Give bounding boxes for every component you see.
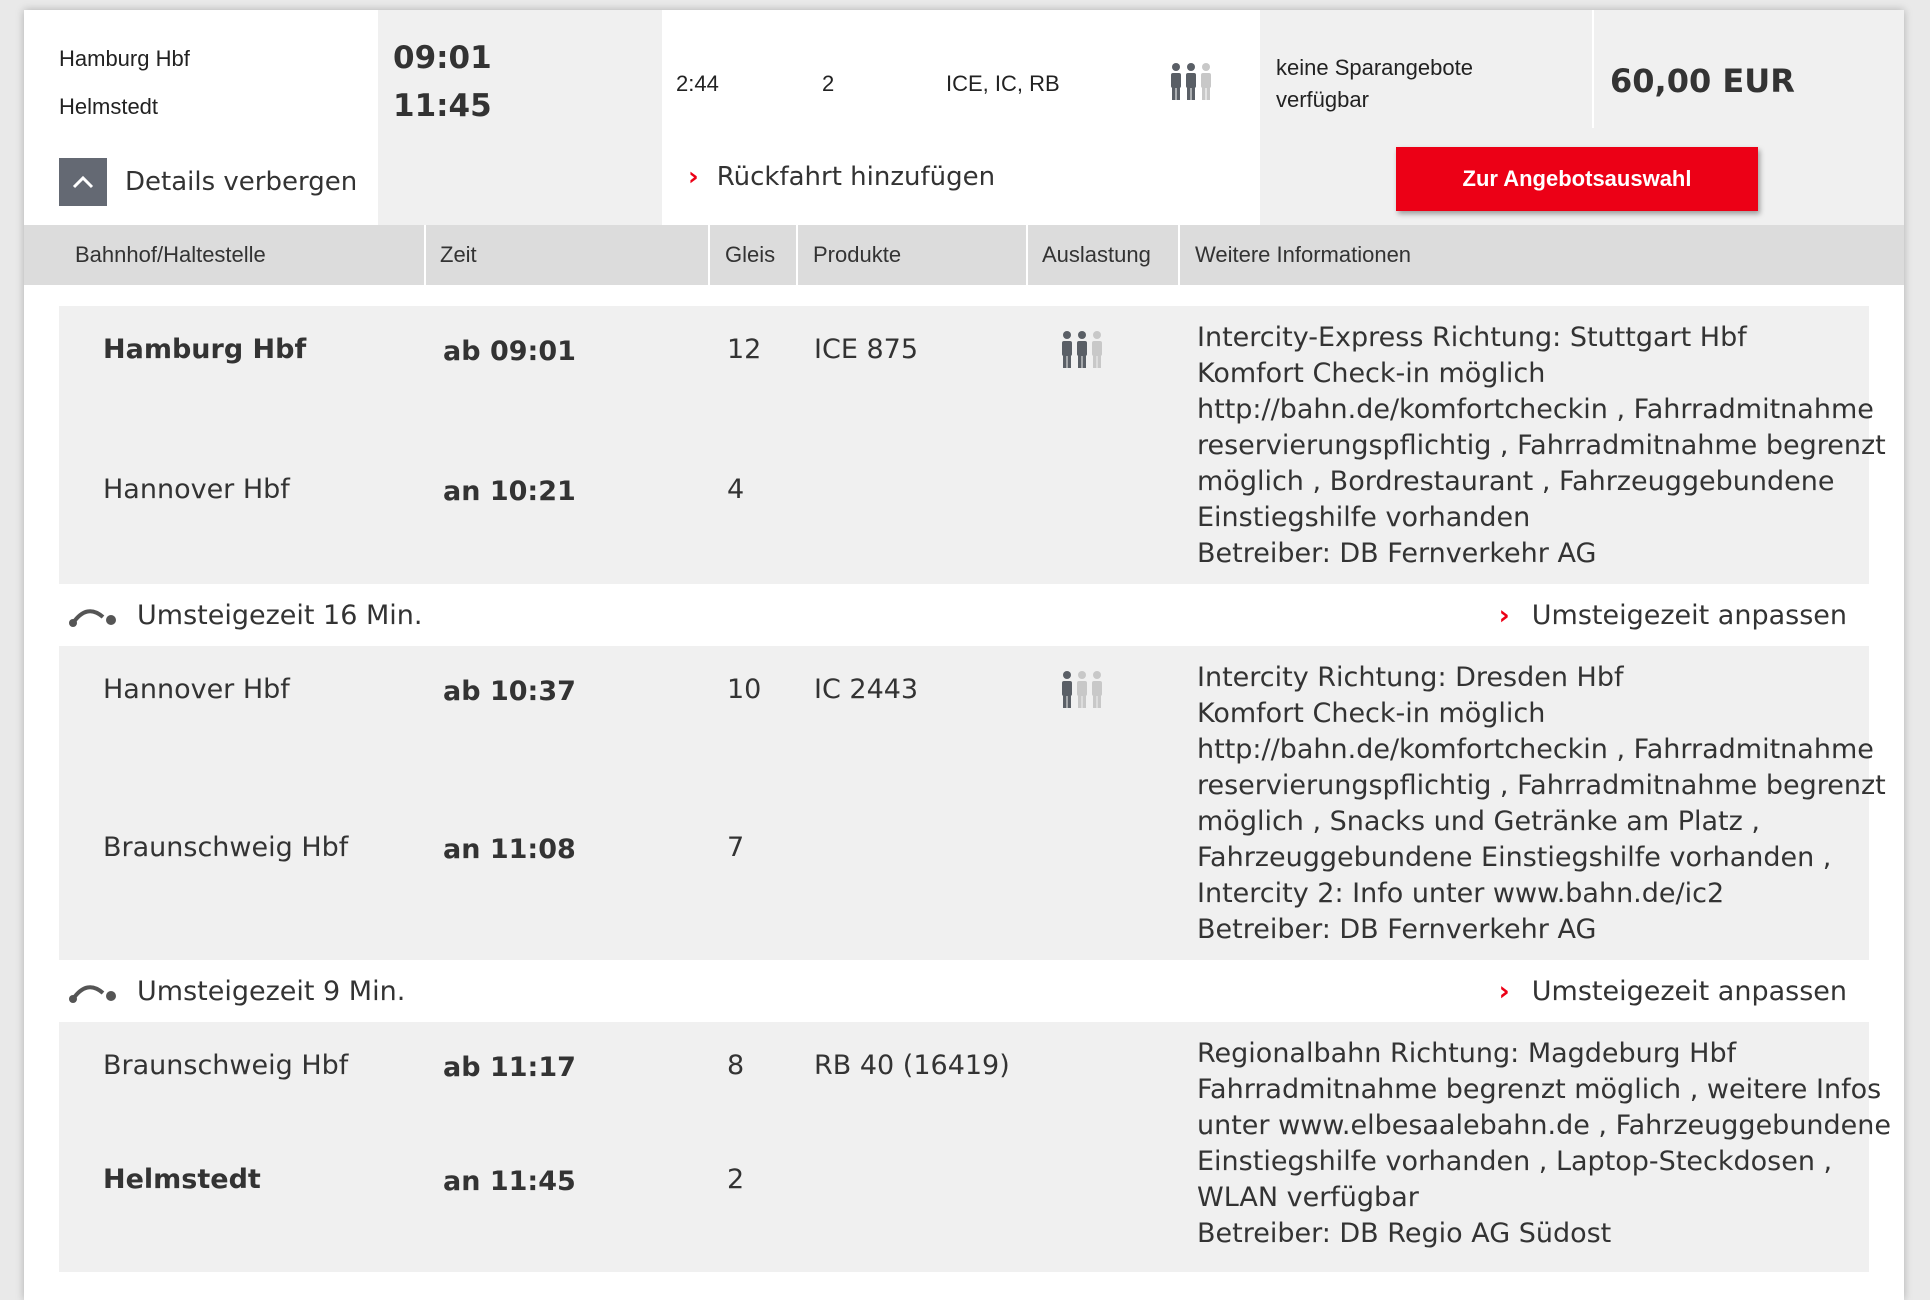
chevron-right-icon: › [688, 162, 699, 192]
info-line: reservierungspflichtig , Fahrradmitnahme… [1197, 430, 1886, 461]
transfer-time: Umsteigezeit 9 Min. [69, 960, 405, 1022]
departure-time: ab 10:37 [443, 676, 576, 707]
adjust-transfer-link[interactable]: › Umsteigezeit anpassen [1499, 584, 1847, 646]
info-line: unter www.elbesaalebahn.de , Fahrzeuggeb… [1197, 1110, 1892, 1141]
info-line: Intercity Richtung: Dresden Hbf [1197, 662, 1624, 693]
chevron-up-icon [59, 158, 107, 206]
column-header-info: Weitere Informationen [1195, 242, 1412, 267]
connection-summary: Hamburg Hbf Helmstedt Details verbergen … [24, 10, 1904, 225]
departure-station: Braunschweig Hbf [103, 1050, 349, 1081]
train-product: IC 2443 [814, 674, 919, 705]
adjust-transfer-label: Umsteigezeit anpassen [1531, 975, 1847, 1007]
departure-station: Hamburg Hbf [103, 334, 307, 365]
summary-details: 2:44 2 ICE, IC, RB › Rückfahrt hinzufüge… [662, 10, 1260, 225]
offer-text: keine Sparangebote verfügbar [1276, 55, 1473, 112]
train-product: ICE 875 [814, 334, 918, 365]
products: ICE, IC, RB [946, 71, 1060, 96]
segment-info: Intercity Richtung: Dresden Hbf Komfort … [1197, 660, 1886, 948]
info-line: Einstiegshilfe vorhanden [1197, 502, 1531, 533]
transfer-time: Umsteigezeit 16 Min. [69, 584, 422, 646]
duration: 2:44 [676, 71, 719, 96]
train-product: RB 40 (16419) [814, 1050, 1010, 1081]
info-line: Intercity-Express Richtung: Stuttgart Hb… [1197, 322, 1747, 353]
summary-stations: Hamburg Hbf Helmstedt Details verbergen [24, 10, 378, 225]
arrival-station: Braunschweig Hbf [103, 832, 349, 863]
changes-count: 2 [822, 71, 835, 96]
arrival-time: an 11:08 [443, 834, 576, 865]
info-line: Betreiber: DB Fernverkehr AG [1197, 538, 1597, 569]
segment-info: Intercity-Express Richtung: Stuttgart Hb… [1197, 320, 1886, 572]
info-line: Regionalbahn Richtung: Magdeburg Hbf [1197, 1038, 1737, 1069]
connection-card: Hamburg Hbf Helmstedt Details verbergen … [24, 10, 1904, 1300]
segment-info: Regionalbahn Richtung: Magdeburg Hbf Fah… [1197, 1036, 1892, 1252]
summary-times: 09:01 11:45 [378, 10, 662, 225]
info-line: Betreiber: DB Fernverkehr AG [1197, 914, 1597, 945]
transfer-label: Umsteigezeit 9 Min. [137, 975, 406, 1007]
divider [708, 225, 710, 285]
details-toggle-label: Details verbergen [125, 167, 358, 197]
departure-time: ab 11:17 [443, 1052, 576, 1083]
journey-segment: Hannover Hbf ab 10:37 10 IC 2443 Braunsc… [59, 646, 1886, 960]
divider [1178, 225, 1180, 285]
adjust-transfer-label: Umsteigezeit anpassen [1531, 599, 1847, 631]
occupancy-icon [1059, 670, 1107, 714]
chevron-right-icon: › [1498, 975, 1510, 1007]
offer-selection-button[interactable]: Zur Angebotsauswahl [1396, 147, 1758, 211]
arrival-track: 2 [727, 1164, 745, 1195]
adjust-transfer-link[interactable]: › Umsteigezeit anpassen [1499, 960, 1847, 1022]
arrival-time: an 11:45 [443, 1166, 576, 1197]
column-header-station: Bahnhof/Haltestelle [75, 242, 266, 267]
divider [796, 225, 798, 285]
info-line: möglich , Bordrestaurant , Fahrzeuggebun… [1197, 466, 1835, 497]
occupancy-icon [1168, 62, 1216, 108]
info-line: http://bahn.de/komfortcheckin , Fahrradm… [1197, 734, 1874, 765]
journey-segment: Hamburg Hbf ab 09:01 12 ICE 875 Hannover… [59, 306, 1886, 584]
info-line: Komfort Check-in möglich [1197, 698, 1546, 729]
transfer-icon [69, 609, 116, 627]
chevron-right-icon: › [1498, 599, 1510, 631]
column-header-time: Zeit [440, 242, 477, 267]
from-station: Hamburg Hbf [59, 46, 190, 71]
info-line: Betreiber: DB Regio AG Südost [1197, 1218, 1612, 1249]
transfer-row: Umsteigezeit 9 Min. › Umsteigezeit anpas… [59, 960, 1869, 1022]
arrival-track: 4 [727, 474, 745, 505]
transfer-icon [69, 985, 116, 1003]
add-return-trip-link[interactable]: › Rückfahrt hinzufügen [688, 162, 995, 192]
info-line: Fahrzeuggebundene Einstiegshilfe vorhand… [1197, 842, 1832, 873]
column-header-products: Produkte [813, 242, 902, 267]
departure-track: 10 [727, 674, 762, 705]
departure-time: ab 09:01 [443, 336, 576, 367]
info-line: reservierungspflichtig , Fahrradmitnahme… [1197, 770, 1886, 801]
info-line: Einstiegshilfe vorhanden , Laptop-Steckd… [1197, 1146, 1833, 1177]
arrival-track: 7 [727, 832, 745, 863]
arrival-station: Helmstedt [103, 1164, 261, 1195]
to-station: Helmstedt [59, 94, 159, 119]
divider [424, 225, 426, 285]
departure-time: 09:01 [393, 40, 492, 76]
transfer-label: Umsteigezeit 16 Min. [137, 599, 423, 631]
add-return-trip-label: Rückfahrt hinzufügen [716, 162, 996, 192]
details-toggle-button[interactable]: Details verbergen [59, 158, 357, 206]
departure-track: 8 [727, 1050, 745, 1081]
info-line: Intercity 2: Info unter www.bahn.de/ic2 [1197, 878, 1725, 909]
column-header-occupancy: Auslastung [1042, 242, 1151, 267]
divider [1592, 10, 1594, 128]
departure-track: 12 [727, 334, 762, 365]
departure-station: Hannover Hbf [103, 674, 290, 705]
price: 60,00 EUR [1610, 62, 1795, 100]
info-line: Fahrradmitnahme begrenzt möglich , weite… [1197, 1074, 1882, 1105]
info-line: Komfort Check-in möglich [1197, 358, 1546, 389]
info-line: möglich , Snacks und Getränke am Platz , [1197, 806, 1760, 837]
occupancy-icon [1059, 330, 1107, 374]
info-line: http://bahn.de/komfortcheckin , Fahrradm… [1197, 394, 1874, 425]
divider [1026, 225, 1028, 285]
column-header-track: Gleis [725, 242, 776, 267]
info-line: WLAN verfügbar [1197, 1182, 1419, 1213]
arrival-time: 11:45 [393, 88, 492, 124]
arrival-time: an 10:21 [443, 476, 576, 507]
journey-segment: Braunschweig Hbf ab 11:17 8 RB 40 (16419… [59, 1022, 1892, 1272]
transfer-row: Umsteigezeit 16 Min. › Umsteigezeit anpa… [59, 584, 1869, 646]
table-header: Bahnhof/Haltestelle Zeit Gleis Produkte … [24, 225, 1904, 285]
arrival-station: Hannover Hbf [103, 474, 290, 505]
